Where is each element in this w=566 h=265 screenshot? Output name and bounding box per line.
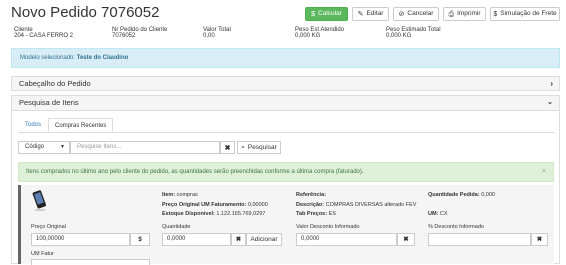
valor-desconto-input[interactable]: 0,0000: [296, 233, 397, 246]
clear-quantidade-button[interactable]: ✖: [231, 233, 246, 246]
editar-button[interactable]: ✎ Editar: [352, 7, 389, 21]
clear-pct-desconto-button[interactable]: ✖: [531, 233, 548, 246]
valor-desconto-label: Valor Desconto Informado: [296, 224, 360, 230]
simulacao-frete-button[interactable]: $ Simulação de Frete: [490, 7, 560, 21]
calcular-button[interactable]: $ Calcular: [305, 7, 348, 21]
cancelar-button[interactable]: ⊘ Cancelar: [393, 7, 439, 21]
clear-icon: ✖: [224, 144, 231, 152]
ban-icon: ⊘: [398, 10, 405, 18]
dollar-icon: $: [493, 10, 498, 18]
tab-todos[interactable]: Todos: [25, 118, 41, 132]
peso-estimado-total-value: 0,000 KG: [386, 33, 412, 39]
clear-search-button[interactable]: ✖: [220, 141, 235, 154]
preco-original-input[interactable]: 100,00000: [31, 233, 130, 246]
modelo-value: Teste do Claudino: [76, 55, 129, 61]
chevron-down-icon: ⌄: [547, 99, 553, 106]
cliente-value: 204 - CASA FERRO 2: [14, 33, 74, 39]
preco-original-label: Preço Original: [31, 224, 66, 230]
dollar-addon: $: [130, 233, 150, 246]
tabs-divider: [18, 132, 554, 133]
search-icon: ⌕: [241, 143, 245, 151]
adicionar-button[interactable]: Adicionar: [246, 233, 282, 246]
pct-desconto-input[interactable]: [428, 233, 531, 246]
descricao-row: Descrição: COMPRAS DIVERSAS alterado FEV: [296, 202, 417, 208]
um-row: UM: CX: [428, 211, 448, 217]
quantidade-label: Quantidade: [162, 224, 191, 230]
modelo-selecionado-alert: Modelo selecionado: Teste do Claudino: [11, 48, 560, 68]
tab-compras-recentes[interactable]: Compras Recentes: [48, 118, 114, 132]
um-fatur-label: UM Fatur: [31, 251, 54, 257]
cabecalho-panel-header[interactable]: Cabeçalho do Pedido ›: [11, 76, 560, 91]
close-icon[interactable]: ×: [542, 163, 546, 181]
item-row: Item: compras: [162, 192, 198, 198]
pencil-icon: ✎: [357, 10, 364, 18]
peso-est-atendido-value: 0,000 KG: [295, 33, 321, 39]
qtd-pedida-row: Quantidade Pedida: 0,000: [428, 192, 495, 198]
um-fatur-select[interactable]: [31, 259, 150, 265]
page-title: Novo Pedido 7076052: [11, 4, 160, 21]
tab-precos-row: Tab Preços: ES: [296, 211, 336, 217]
pct-desconto-label: % Desconto Informado: [428, 224, 484, 230]
quantidade-input[interactable]: 0,0000: [162, 233, 231, 246]
referencia-row: Referência:: [296, 192, 326, 198]
clear-icon: ✖: [403, 236, 409, 243]
imprimir-button[interactable]: ⎙ Imprimir: [443, 7, 486, 21]
print-icon: ⎙: [448, 10, 455, 18]
preco-um-row: Preço Original UM Faturamento: 0,00000: [162, 202, 268, 208]
caret-down-icon: ▼: [60, 144, 65, 150]
dollar-icon: $: [138, 236, 142, 243]
valor-total-value: 0,00: [203, 33, 215, 39]
clear-icon: ✖: [536, 236, 543, 243]
pesquisar-button[interactable]: ⌕ Pesquisar: [237, 141, 281, 154]
pesquisa-panel-header[interactable]: Pesquisa de Itens ⌄: [11, 95, 560, 111]
estoque-row: Estoque Disponível: 1.122.165.769,0297: [162, 211, 266, 217]
search-type-select[interactable]: Código ▼: [18, 141, 70, 154]
chevron-right-icon: ›: [550, 79, 553, 88]
search-input[interactable]: Pesquise Itens...: [70, 141, 220, 154]
clear-icon: ✖: [235, 236, 242, 243]
dollar-icon: $: [311, 10, 316, 18]
nr-pedido-value: 7076052: [112, 33, 136, 39]
compras-info-alert: Itens comprados no último ano pelo clien…: [18, 162, 554, 182]
product-phone-icon: [31, 190, 47, 212]
clear-valor-desconto-button[interactable]: ✖: [397, 233, 415, 246]
